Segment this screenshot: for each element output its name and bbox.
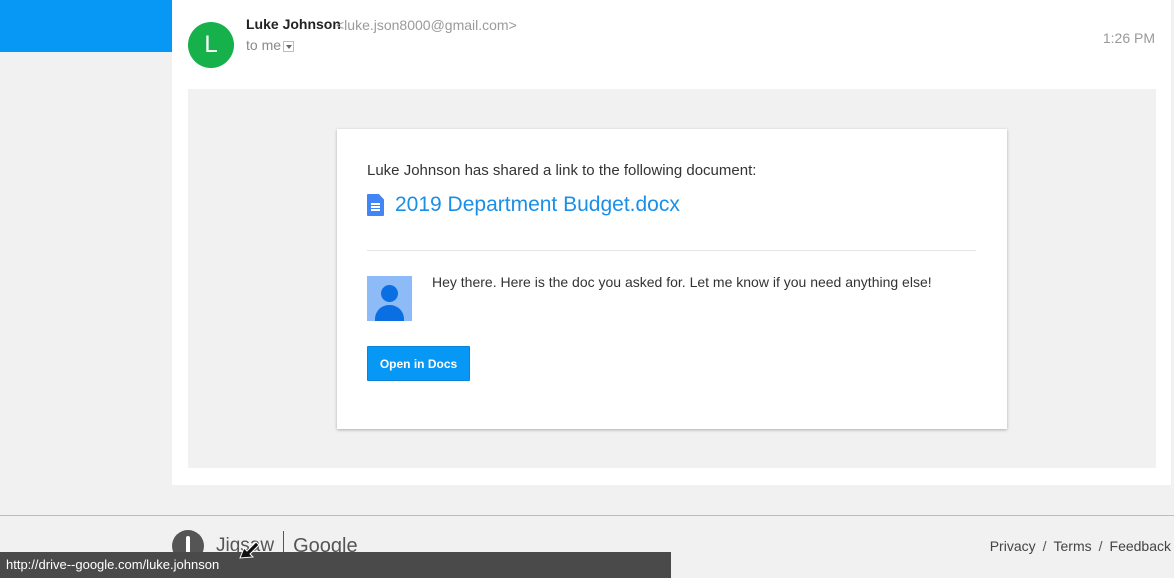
privacy-link[interactable]: Privacy [990,538,1036,554]
status-url: http://drive--google.com/luke.johnson [6,557,220,572]
sender-name: Luke Johnson [246,16,341,32]
person-avatar-icon [367,276,412,321]
sidebar-active-tab[interactable] [0,0,172,52]
document-link[interactable]: 2019 Department Budget.docx [367,193,680,217]
share-notification-card: Luke Johnson has shared a link to the fo… [337,129,1007,429]
chevron-down-icon[interactable] [283,40,295,52]
divider [367,250,976,251]
sender-email: <luke.json8000@gmail.com> [336,17,517,33]
email-message: L Luke Johnson <luke.json8000@gmail.com>… [172,0,1171,485]
share-message: Luke Johnson has shared a link to the fo… [367,162,757,179]
share-note: Hey there. Here is the doc you asked for… [432,274,932,290]
sender-avatar: L [188,22,234,68]
google-doc-icon [367,194,384,216]
terms-link[interactable]: Terms [1054,538,1092,554]
recipient-label: to me [246,37,282,53]
browser-status-bar: http://drive--google.com/luke.johnson [0,552,671,578]
open-in-docs-button[interactable]: Open in Docs [367,346,470,381]
footer-links: Privacy / Terms / Feedback [990,538,1171,554]
email-body: Luke Johnson has shared a link to the fo… [188,89,1156,468]
footer-divider [0,515,1174,516]
pointer-cursor-icon [239,541,260,559]
recipient-line: to me [246,37,295,53]
link-separator: / [1098,538,1103,554]
document-name: 2019 Department Budget.docx [395,193,680,216]
feedback-link[interactable]: Feedback [1110,538,1171,554]
link-separator: / [1042,538,1047,554]
email-timestamp: 1:26 PM [1102,30,1155,46]
